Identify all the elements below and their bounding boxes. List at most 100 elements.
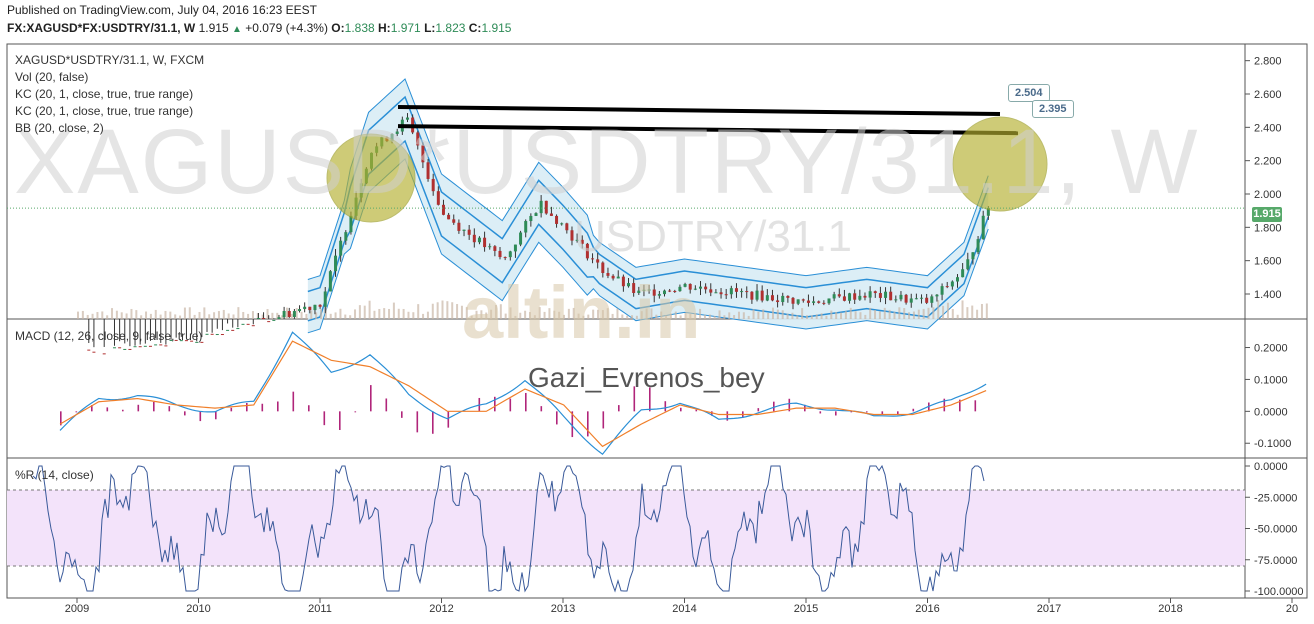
candle-body: [729, 288, 733, 295]
volume-bar: [874, 310, 877, 319]
macd-histogram-bar: [153, 401, 155, 412]
candle-body: [822, 302, 826, 304]
candle-body: [92, 351, 96, 353]
volume-bar: [446, 301, 449, 319]
legend-kc2[interactable]: KC (20, 1, close, true, true range): [15, 104, 193, 118]
candle-body: [740, 291, 744, 293]
wr-tick-label: -75.0000: [1254, 555, 1297, 567]
volume-bar: [844, 311, 847, 319]
price-tick-label: 1.800: [1254, 222, 1282, 234]
legend-bb[interactable]: BB (20, close, 2): [15, 121, 104, 135]
candle-body: [143, 345, 147, 347]
candle-body: [159, 344, 163, 346]
candle-body: [750, 291, 754, 300]
macd-histogram-bar: [912, 408, 915, 412]
legend-macd[interactable]: MACD (12, 26, close, 9, false, true): [15, 329, 202, 343]
candle-body: [87, 349, 91, 351]
volume-bar: [310, 310, 313, 319]
candle-body: [112, 347, 116, 349]
candle-body: [909, 298, 913, 303]
price-tick-label: 2.200: [1254, 156, 1282, 168]
price-tick-label: 2.600: [1254, 89, 1282, 101]
macd-histogram-bar: [261, 403, 264, 412]
candle-body: [827, 298, 831, 304]
candle-body: [966, 259, 970, 270]
symbol-watermark: XAGUSD*USDTRY/31.1, W: [14, 111, 1200, 213]
candle-body: [508, 251, 512, 258]
candle-body: [853, 293, 857, 300]
symbol-watermark-small: USDTRY/31.1: [574, 212, 852, 261]
volume-bar: [334, 312, 337, 319]
volume-bar: [937, 300, 940, 319]
macd-histogram-bar: [432, 411, 434, 434]
macd-histogram-bar: [664, 401, 667, 412]
volume-bar: [801, 308, 804, 319]
candle-body: [349, 215, 353, 233]
macd-histogram-bar: [695, 409, 698, 412]
volume-bar: [179, 315, 182, 319]
candle-body: [328, 271, 332, 292]
altin-logo: altin.in: [462, 271, 701, 354]
wr-tick-label: 0.0000: [1254, 461, 1288, 473]
callout-lower[interactable]: 2.395: [1032, 100, 1074, 118]
legend-main[interactable]: XAGUSD*USDTRY/31.1, W, FXCM: [15, 53, 204, 67]
candle-body: [745, 291, 749, 293]
candle-body: [493, 246, 497, 251]
volume-bar: [383, 308, 386, 319]
volume-bar: [757, 311, 760, 319]
volume-bar: [120, 312, 123, 319]
legend-vol[interactable]: Vol (20, false): [15, 70, 88, 84]
macd-histogram-bar: [230, 407, 233, 412]
volume-bar: [300, 311, 303, 319]
volume-bar: [392, 302, 395, 319]
volume-bar: [942, 305, 945, 319]
candle-body: [945, 286, 949, 288]
volume-bar: [183, 307, 186, 319]
macd-histogram-bar: [339, 411, 341, 430]
macd-histogram-bar: [974, 400, 977, 412]
candle-body: [334, 255, 338, 272]
price-tick-label: 2.000: [1254, 189, 1282, 201]
volume-bar: [932, 307, 935, 319]
candle-body: [519, 232, 523, 245]
time-tick-label: 2010: [186, 603, 210, 615]
volume-bar: [247, 313, 250, 319]
candle-body: [704, 286, 708, 290]
candle-body: [724, 294, 728, 296]
macd-histogram-bar: [447, 411, 450, 428]
macd-histogram-bar: [106, 407, 109, 412]
candle-body: [940, 286, 944, 295]
candle-body: [472, 234, 476, 243]
price-tick-label: 1.600: [1254, 256, 1282, 268]
candle-body: [524, 221, 528, 233]
volume-bar: [169, 311, 172, 319]
candle-body: [457, 222, 461, 231]
candle-body: [256, 318, 260, 320]
candle-body: [873, 291, 877, 294]
volume-bar: [441, 300, 444, 319]
candle-body: [277, 317, 281, 319]
volume-bar: [81, 310, 84, 319]
legend-wr[interactable]: %R (14, close): [15, 468, 94, 482]
candle-body: [292, 311, 296, 317]
candle-body: [976, 239, 980, 253]
volume-bar: [713, 315, 716, 319]
volume-bar: [976, 309, 979, 319]
legend-kc1[interactable]: KC (20, 1, close, true, true range): [15, 87, 193, 101]
candle-body: [884, 291, 888, 298]
volume-bar: [456, 304, 459, 319]
candle-body: [138, 346, 142, 348]
volume-bar: [869, 307, 872, 319]
volume-bar: [412, 312, 415, 319]
price-tick-label: 2.400: [1254, 122, 1282, 134]
macd-histogram-bar: [602, 411, 605, 429]
macd-histogram-bar: [292, 391, 295, 412]
volume-bar: [723, 315, 726, 319]
macd-histogram-bar: [835, 411, 837, 416]
volume-bar: [295, 308, 298, 319]
candle-body: [287, 310, 291, 317]
volume-bar: [422, 313, 425, 319]
candle-body: [868, 291, 872, 298]
volume-bar: [213, 312, 216, 319]
candle-body: [709, 289, 713, 293]
